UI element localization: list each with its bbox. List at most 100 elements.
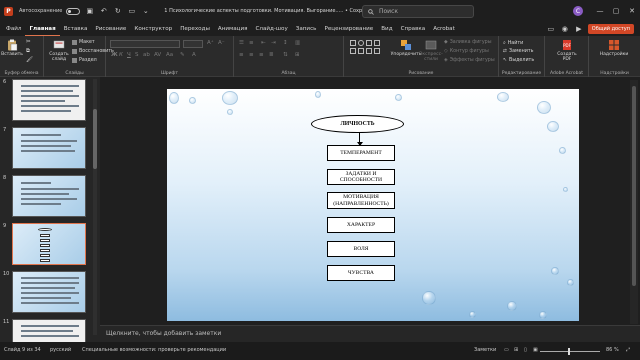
- fit-slide-icon[interactable]: ⤢: [626, 347, 630, 353]
- shape-effects-button[interactable]: ◈ Эффекты фигуры: [444, 58, 495, 63]
- slide-thumbnail[interactable]: [12, 127, 86, 169]
- align-right-icon[interactable]: ≡: [259, 52, 264, 58]
- arrow-shape-icon[interactable]: [374, 40, 380, 46]
- slide-thumbnail[interactable]: [12, 271, 86, 313]
- shape-fill-button[interactable]: ◆ Заливка фигуры: [444, 40, 492, 45]
- share-button[interactable]: Общий доступ: [587, 24, 634, 34]
- align-left-icon[interactable]: ≡: [239, 52, 244, 58]
- strikethrough-icon[interactable]: ab: [143, 52, 150, 58]
- line-shape-icon[interactable]: [366, 40, 372, 46]
- tab-file[interactable]: Файл: [2, 22, 25, 36]
- editor-scrollbar[interactable]: [630, 80, 638, 324]
- quick-styles-button[interactable]: Экспресс-стили: [419, 39, 443, 62]
- shape-outline-button[interactable]: ◇ Контур фигуры: [444, 49, 489, 54]
- decrease-indent-icon[interactable]: ⇤: [261, 40, 266, 46]
- zoom-slider[interactable]: [540, 350, 600, 352]
- notes-toggle-button[interactable]: Заметки: [474, 347, 496, 353]
- layout-button[interactable]: Макет: [72, 40, 95, 45]
- increase-indent-icon[interactable]: ⇥: [271, 40, 276, 46]
- select-button[interactable]: ↖ Выделить: [503, 58, 534, 63]
- minimize-icon[interactable]: —: [594, 4, 606, 18]
- cut-icon[interactable]: ✂: [26, 39, 31, 45]
- save-icon[interactable]: ▣: [85, 7, 94, 16]
- triangle-shape-icon[interactable]: [358, 48, 364, 54]
- italic-icon[interactable]: К: [119, 52, 123, 58]
- rectangle-shape-icon[interactable]: [350, 40, 356, 46]
- font-name-field[interactable]: [110, 40, 180, 48]
- line-spacing-icon[interactable]: ↕: [283, 40, 288, 46]
- present-icon[interactable]: ▶: [574, 24, 584, 34]
- replace-button[interactable]: ⇄ Заменить: [503, 49, 534, 54]
- arrange-button[interactable]: Упорядочить: [391, 39, 421, 57]
- shadow-icon[interactable]: S: [135, 52, 139, 58]
- spacing-icon[interactable]: AV: [154, 52, 161, 58]
- highlight-icon[interactable]: ✎: [180, 52, 185, 58]
- increase-font-icon[interactable]: A⁺: [207, 40, 214, 46]
- find-button[interactable]: ⌕ Найти: [503, 40, 523, 47]
- slide-sorter-icon[interactable]: ⊞: [514, 347, 518, 353]
- tab-home[interactable]: Главная: [25, 22, 60, 36]
- paste-button[interactable]: Вставить: [1, 39, 23, 57]
- comments-icon[interactable]: ▭: [546, 24, 556, 34]
- record-icon[interactable]: ◉: [560, 24, 570, 34]
- bullets-icon[interactable]: ☰: [239, 40, 244, 46]
- slide-thumbnail[interactable]: [12, 319, 86, 342]
- node-will[interactable]: ВОЛЯ: [327, 241, 395, 257]
- tab-design[interactable]: Конструктор: [130, 22, 176, 36]
- close-icon[interactable]: ✕: [626, 4, 638, 18]
- tab-view[interactable]: Вид: [377, 22, 396, 36]
- numbering-icon[interactable]: ≡: [249, 40, 254, 46]
- more-shapes-icon[interactable]: [374, 48, 380, 54]
- tab-draw[interactable]: Рисование: [91, 22, 130, 36]
- search-input[interactable]: Поиск: [362, 5, 474, 18]
- tab-record[interactable]: Запись: [292, 22, 321, 36]
- oval-shape-icon[interactable]: [358, 40, 364, 46]
- slideshow-view-icon[interactable]: ▣: [533, 347, 538, 353]
- tab-insert[interactable]: Вставка: [60, 22, 92, 36]
- smartart-icon[interactable]: ⊞: [295, 52, 300, 58]
- tab-transitions[interactable]: Переходы: [176, 22, 214, 36]
- node-character[interactable]: ХАРАКТЕР: [327, 217, 395, 233]
- editor-scrollbar-thumb[interactable]: [632, 86, 636, 286]
- textbox-shape-icon[interactable]: [350, 48, 356, 54]
- create-pdf-button[interactable]: PDF Создать PDF: [557, 39, 577, 62]
- tab-acrobat[interactable]: Acrobat: [429, 22, 459, 36]
- node-abilities[interactable]: ЗАДАТКИ И СПОСОБНОСТИ: [327, 169, 395, 185]
- root-node-personality[interactable]: ЛИЧНОСТЬ: [311, 115, 404, 133]
- maximize-icon[interactable]: ▢: [610, 4, 622, 18]
- accessibility-status[interactable]: Специальные возможности: проверьте реком…: [82, 347, 226, 353]
- font-color-icon[interactable]: A: [192, 52, 196, 58]
- format-painter-icon[interactable]: 🖌: [26, 57, 33, 63]
- justify-icon[interactable]: ≣: [269, 52, 274, 58]
- node-feelings[interactable]: ЧУВСТВА: [327, 265, 395, 281]
- star-shape-icon[interactable]: [366, 48, 372, 54]
- redo-icon[interactable]: ↻: [113, 7, 122, 16]
- customize-toolbar-icon[interactable]: ⌄: [141, 7, 150, 16]
- slide-thumbnail[interactable]: [12, 175, 86, 217]
- slide-thumbnail-selected[interactable]: [12, 223, 86, 265]
- tab-animations[interactable]: Анимация: [214, 22, 252, 36]
- section-button[interactable]: Раздел: [72, 58, 97, 63]
- slide-canvas[interactable]: ЛИЧНОСТЬ ТЕМПЕРАМЕНТ ЗАДАТКИ И СПОСОБНОС…: [167, 89, 579, 321]
- bold-icon[interactable]: Ж: [111, 52, 118, 58]
- change-case-icon[interactable]: Aa: [166, 52, 173, 58]
- tab-review[interactable]: Рецензирование: [320, 22, 377, 36]
- node-motivation[interactable]: МОТИВАЦИЯ (НАПРАВЛЕННОСТЬ): [327, 192, 395, 209]
- zoom-slider-thumb[interactable]: [568, 347, 570, 355]
- undo-icon[interactable]: ↶: [99, 7, 108, 16]
- addins-button[interactable]: Надстройки: [600, 39, 628, 57]
- thumbnails-scrollbar-thumb[interactable]: [93, 109, 97, 169]
- reading-view-icon[interactable]: ▯: [524, 347, 527, 353]
- autosave-toggle[interactable]: [66, 7, 81, 15]
- align-center-icon[interactable]: ≡: [249, 52, 254, 58]
- slide-thumbnail[interactable]: [12, 79, 86, 121]
- notes-pane[interactable]: Щелкните, чтобы добавить заметки: [100, 325, 640, 342]
- text-direction-icon[interactable]: ⇅: [283, 52, 288, 58]
- columns-icon[interactable]: ▥: [295, 40, 300, 46]
- new-slide-button[interactable]: Создать слайд: [49, 39, 69, 62]
- zoom-level[interactable]: 86 %: [606, 347, 619, 353]
- decrease-font-icon[interactable]: A⁻: [218, 40, 225, 46]
- tab-help[interactable]: Справка: [397, 22, 430, 36]
- tab-slideshow[interactable]: Слайд-шоу: [251, 22, 291, 36]
- node-temperament[interactable]: ТЕМПЕРАМЕНТ: [327, 145, 395, 161]
